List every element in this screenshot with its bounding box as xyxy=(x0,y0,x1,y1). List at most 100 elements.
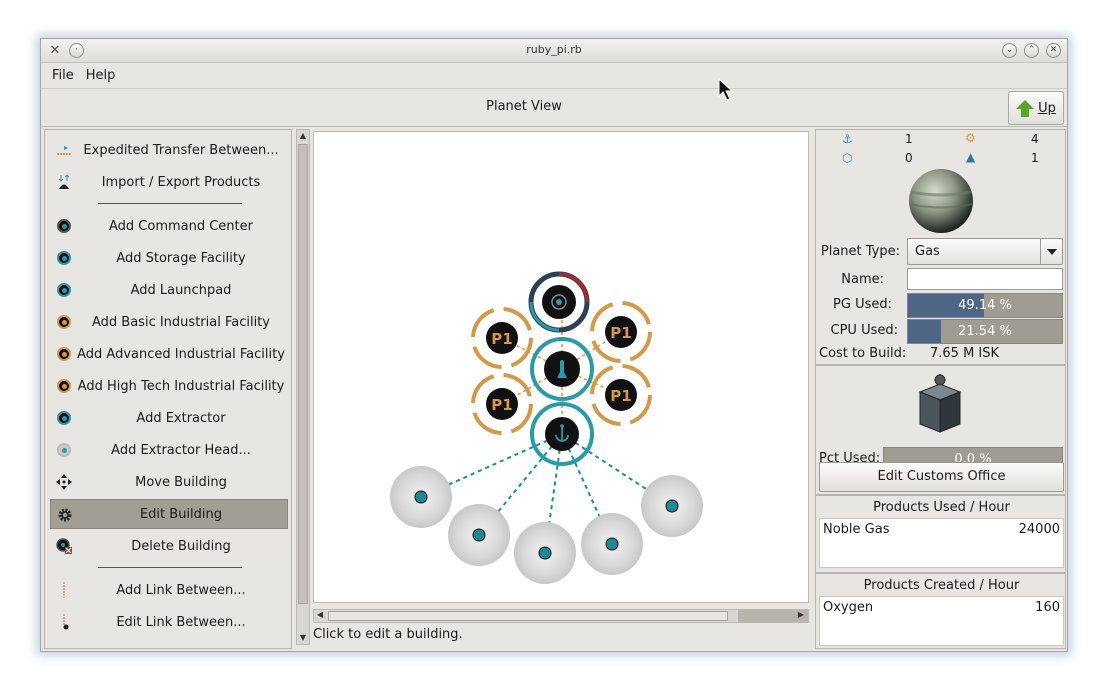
tool-add-extractor[interactable]: Add Extractor xyxy=(50,403,288,433)
list-item[interactable]: Noble Gas 24000 xyxy=(820,519,1063,537)
window-title: ruby_pi.rb xyxy=(526,43,582,56)
status-text: Click to edit a building. xyxy=(313,627,463,642)
gas-planet-icon xyxy=(909,169,973,233)
products-created-box: Products Created / Hour Oxygen 160 xyxy=(815,573,1066,649)
scroll-left-arrow-icon[interactable]: ◀ xyxy=(315,610,325,620)
extractor-head[interactable] xyxy=(448,504,510,566)
title-bar: ✕ · ruby_pi.rb ⌄ ⌃ ✕ xyxy=(41,39,1067,63)
close-button[interactable]: ✕ xyxy=(1046,43,1061,58)
app-window: ✕ · ruby_pi.rb ⌄ ⌃ ✕ File Help Planet Vie… xyxy=(40,38,1068,652)
tool-edit-building[interactable]: Edit Building xyxy=(50,499,288,529)
tool-import-export[interactable]: Import / Export Products xyxy=(50,167,288,197)
planet-type-label: Planet Type: xyxy=(820,244,900,259)
chevron-down-icon[interactable] xyxy=(1040,239,1062,264)
extractor-head[interactable] xyxy=(514,522,576,584)
maximize-button[interactable]: ⌃ xyxy=(1024,43,1039,58)
products-used-list[interactable]: Noble Gas 24000 xyxy=(819,518,1064,568)
separator xyxy=(98,567,242,568)
gear-icon xyxy=(57,507,73,523)
mouse-cursor-icon xyxy=(718,78,734,101)
cpu-used-label: CPU Used: xyxy=(830,323,898,338)
tool-expedited-transfer[interactable]: Expedited Transfer Between... xyxy=(50,135,288,165)
menu-file[interactable]: File xyxy=(41,63,80,83)
launchpad-count: 1 xyxy=(905,132,913,146)
scroll-down-arrow-icon[interactable]: ▼ xyxy=(298,633,308,643)
planet-type-value: Gas xyxy=(915,244,940,259)
list-item[interactable]: Oxygen 160 xyxy=(820,597,1063,615)
factory-building[interactable]: P1 xyxy=(590,301,652,363)
vertical-scrollbar[interactable]: ▲ ▼ xyxy=(296,129,310,645)
basic-industry-icon xyxy=(56,314,72,330)
tool-add-high-tech-industry[interactable]: Add High Tech Industrial Facility xyxy=(50,371,288,401)
launchpad-icon xyxy=(56,282,72,298)
scroll-thumb[interactable] xyxy=(298,144,308,604)
tool-add-basic-industry[interactable]: Add Basic Industrial Facility xyxy=(50,307,288,337)
planet-canvas[interactable]: P1 P1 P1 P1 xyxy=(313,131,809,603)
extractor-count: 1 xyxy=(1031,151,1039,165)
planet-type-select[interactable]: Gas xyxy=(907,238,1063,265)
high-tech-industry-icon xyxy=(56,378,72,394)
transfer-icon xyxy=(56,142,72,158)
tool-add-link[interactable]: Add Link Between... xyxy=(50,575,288,605)
up-arrow-icon xyxy=(1016,99,1035,117)
tool-add-storage[interactable]: Add Storage Facility xyxy=(50,243,288,273)
view-title: Planet View xyxy=(486,99,562,114)
cpu-used-value: 21.54 % xyxy=(958,324,1012,339)
extractor-head[interactable] xyxy=(581,513,643,575)
factory-label: P1 xyxy=(491,396,512,414)
extractor-icon xyxy=(56,410,72,426)
products-used-title: Products Used / Hour xyxy=(873,500,1010,515)
factory-count: 4 xyxy=(1031,132,1039,146)
command-center-building[interactable] xyxy=(528,271,590,333)
cost-value: 7.65 M ISK xyxy=(930,346,1000,361)
move-icon xyxy=(56,474,72,490)
planet-info-box: ⚓ 1 ⚙ 4 ⬡ 0 ▲ 1 Planet Type: Gas Name: P… xyxy=(815,129,1066,365)
up-button[interactable]: Up xyxy=(1008,91,1064,125)
delete-icon xyxy=(56,538,72,554)
edit-link-icon xyxy=(56,614,72,630)
pg-used-label: PG Used: xyxy=(833,297,892,312)
tool-add-advanced-industry[interactable]: Add Advanced Industrial Facility xyxy=(50,339,288,369)
minimize-button[interactable]: ⌄ xyxy=(1002,43,1017,58)
products-used-box: Products Used / Hour Noble Gas 24000 xyxy=(815,495,1066,573)
scroll-right-arrow-icon[interactable]: ▶ xyxy=(796,610,806,620)
factory-building[interactable]: P1 xyxy=(471,307,533,369)
scroll-up-arrow-icon[interactable]: ▲ xyxy=(298,131,308,141)
customs-office-box: Pct Used: 0.0 % Edit Customs Office xyxy=(815,365,1066,495)
tool-delete-building[interactable]: Delete Building xyxy=(50,531,288,561)
command-center-icon xyxy=(56,218,72,234)
import-export-icon xyxy=(56,174,72,190)
factory-building[interactable]: P1 xyxy=(471,373,533,435)
tool-edit-link[interactable]: Edit Link Between... xyxy=(50,607,288,637)
products-created-list[interactable]: Oxygen 160 xyxy=(819,596,1064,646)
storage-count: 0 xyxy=(905,151,913,165)
tool-move-building[interactable]: Move Building xyxy=(50,467,288,497)
edit-customs-office-button[interactable]: Edit Customs Office xyxy=(819,462,1064,492)
scroll-thumb[interactable] xyxy=(328,611,728,621)
customs-office-icon xyxy=(918,374,962,433)
extractor-icon: ▲ xyxy=(966,150,976,164)
tool-add-launchpad[interactable]: Add Launchpad xyxy=(50,275,288,305)
tool-panel: Expedited Transfer Between... Import / E… xyxy=(44,129,292,649)
factory-building[interactable]: P1 xyxy=(590,364,652,426)
cpu-used-bar: 21.54 % xyxy=(907,319,1063,344)
products-created-title: Products Created / Hour xyxy=(863,578,1020,593)
advanced-industry-icon xyxy=(56,346,72,362)
extractor-head[interactable] xyxy=(390,466,452,528)
tool-add-extractor-head[interactable]: Add Extractor Head... xyxy=(50,435,288,465)
factory-label: P1 xyxy=(610,387,631,405)
colony-layout[interactable]: P1 P1 P1 P1 xyxy=(314,132,808,602)
horizontal-scrollbar[interactable]: ◀ ▶ xyxy=(313,609,809,623)
planet-name-label: Name: xyxy=(841,272,884,287)
pg-used-bar: 49.14 % xyxy=(907,293,1063,318)
tool-add-command-center[interactable]: Add Command Center xyxy=(50,211,288,241)
up-button-label: Up xyxy=(1038,100,1056,116)
menu-bar: File Help xyxy=(41,63,1067,89)
link-icon xyxy=(56,582,72,598)
cpu-used-fill xyxy=(908,320,942,343)
storage-icon: ⬡ xyxy=(842,151,853,165)
extractor-head[interactable] xyxy=(641,475,703,537)
menu-help[interactable]: Help xyxy=(80,63,122,83)
pg-used-value: 49.14 % xyxy=(958,298,1012,313)
planet-name-input[interactable] xyxy=(907,268,1063,290)
